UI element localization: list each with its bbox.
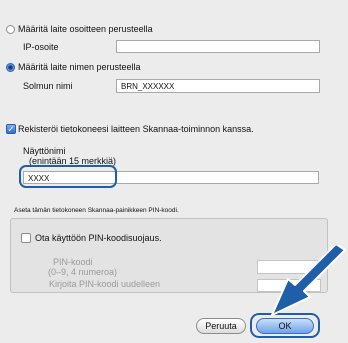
display-name-highlight (19, 165, 117, 188)
cancel-button[interactable]: Peruuta (196, 318, 246, 334)
pin-enable-checkbox[interactable] (21, 233, 31, 243)
ip-address-label: IP-osoite (23, 42, 59, 52)
radio-by-address-label: Määritä laite osoitteen perusteella (18, 24, 153, 34)
node-name-label: Solmun nimi (23, 81, 73, 91)
pin-enable-label: Ota käyttöön PIN-koodisuojaus. (35, 233, 162, 243)
ip-address-field[interactable] (116, 40, 320, 53)
radio-by-name[interactable] (6, 63, 15, 72)
pin-group-title: Aseta tämän tietokoneen Skannaa-painikke… (14, 207, 179, 214)
pin-hint: (0–9, 4 numeroa) (48, 267, 118, 277)
radio-by-name-label: Määritä laite nimen perusteella (18, 62, 141, 72)
display-name-label: Näyttönimi (23, 146, 66, 156)
node-name-field[interactable]: BRN_XXXXXX (116, 79, 320, 93)
register-checkbox[interactable]: ✓ (6, 124, 16, 134)
pin-label: PIN-koodi (53, 257, 93, 267)
radio-by-address[interactable] (6, 25, 15, 34)
callout-arrow-icon (271, 245, 346, 316)
pin-repeat-label: Kirjoita PIN-koodi uudelleen (49, 279, 161, 289)
register-checkbox-label: Rekisteröi tietokoneesi laitteen Skannaa… (18, 124, 254, 134)
